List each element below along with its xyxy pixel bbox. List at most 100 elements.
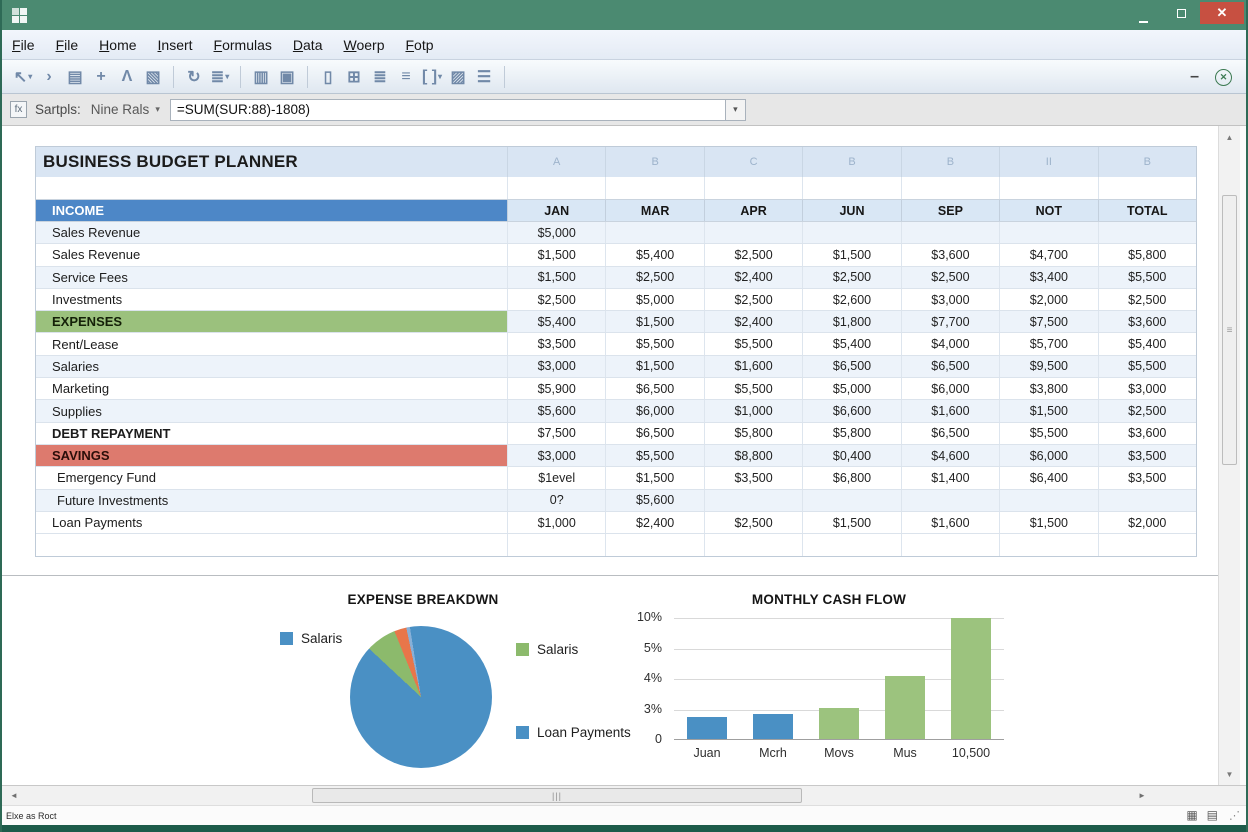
row-label[interactable]: Supplies: [36, 400, 507, 421]
panel-close-icon[interactable]: ✕: [1215, 69, 1232, 86]
table-cell[interactable]: $5,400: [605, 244, 703, 265]
vertical-scroll-thumb[interactable]: ≡: [1222, 195, 1237, 465]
table-cell[interactable]: $1,500: [605, 311, 703, 332]
align-justify-icon[interactable]: ≡: [393, 65, 419, 89]
menu-item-fotp-7[interactable]: Fotp: [405, 37, 433, 53]
table-cell[interactable]: $9,500: [999, 356, 1097, 377]
table-cell[interactable]: $3,500: [1098, 445, 1196, 466]
month-header[interactable]: JAN: [507, 200, 605, 221]
table-cell[interactable]: $5,000: [802, 378, 900, 399]
table-cell[interactable]: $7,500: [507, 423, 605, 444]
row-label[interactable]: Emergency Fund: [36, 467, 507, 488]
table-cell[interactable]: $6,400: [999, 467, 1097, 488]
menu-item-formulas-4[interactable]: Formulas: [214, 37, 272, 53]
resize-handle-icon[interactable]: ⋰: [1229, 809, 1240, 822]
row-label[interactable]: SAVINGS: [36, 445, 507, 466]
table-cell[interactable]: $1,500: [605, 467, 703, 488]
table-cell[interactable]: $5,500: [704, 378, 802, 399]
table-cell[interactable]: $2,500: [1098, 400, 1196, 421]
menu-item-file-0[interactable]: File: [12, 37, 35, 53]
table-cell[interactable]: $5,600: [605, 490, 703, 511]
column-letter[interactable]: A: [507, 147, 605, 177]
row-label[interactable]: Sales Revenue: [36, 244, 507, 265]
table-cell[interactable]: $3,000: [507, 445, 605, 466]
table-cell[interactable]: $6,800: [802, 467, 900, 488]
table-cell[interactable]: $1,600: [901, 512, 999, 533]
table-cell[interactable]: $6,500: [901, 423, 999, 444]
table-cell[interactable]: $2,500: [901, 267, 999, 288]
table-cell[interactable]: [507, 177, 605, 199]
table-cell[interactable]: [802, 490, 900, 511]
table-cell[interactable]: $1,400: [901, 467, 999, 488]
table-cell[interactable]: $2,500: [704, 244, 802, 265]
table-cell[interactable]: $5,400: [507, 311, 605, 332]
table-cell[interactable]: $5,500: [999, 423, 1097, 444]
table-cell[interactable]: $2,500: [802, 267, 900, 288]
scroll-left-icon[interactable]: ◄: [6, 786, 22, 805]
table-cell[interactable]: [605, 177, 703, 199]
minimize-button[interactable]: [1124, 2, 1162, 24]
month-header[interactable]: APR: [704, 200, 802, 221]
row-label[interactable]: Marketing: [36, 378, 507, 399]
table-cell[interactable]: $6,600: [802, 400, 900, 421]
table-cell[interactable]: $1,500: [802, 244, 900, 265]
row-label[interactable]: Salaries: [36, 356, 507, 377]
table-cell[interactable]: [1098, 177, 1196, 199]
table-cell[interactable]: $2,600: [802, 289, 900, 310]
table-cell[interactable]: 0?: [507, 490, 605, 511]
table-cell[interactable]: $6,000: [999, 445, 1097, 466]
table-cell[interactable]: $3,400: [999, 267, 1097, 288]
table-cell[interactable]: $1,500: [802, 512, 900, 533]
table-cell[interactable]: $5,600: [507, 400, 605, 421]
table-cell[interactable]: $4,700: [999, 244, 1097, 265]
row-label[interactable]: Sales Revenue: [36, 222, 507, 243]
table-cell[interactable]: $6,500: [605, 378, 703, 399]
month-header[interactable]: NOT: [999, 200, 1097, 221]
table-cell[interactable]: [901, 222, 999, 243]
table-cell[interactable]: $3,500: [507, 333, 605, 354]
table-cell[interactable]: [704, 534, 802, 556]
paste-icon[interactable]: ▣: [274, 65, 300, 89]
row-label[interactable]: Future Investments: [36, 490, 507, 511]
table-cell[interactable]: [999, 222, 1097, 243]
table-cell[interactable]: $6,500: [901, 356, 999, 377]
row-label[interactable]: DEBT REPAYMENT: [36, 423, 507, 444]
table-cell[interactable]: $5,800: [704, 423, 802, 444]
vertical-scrollbar[interactable]: ▲ ≡ ▼: [1218, 126, 1240, 785]
table-cell[interactable]: [802, 534, 900, 556]
month-header[interactable]: TOTAL: [1098, 200, 1196, 221]
table-cell[interactable]: $5,000: [605, 289, 703, 310]
table-cell[interactable]: $2,500: [507, 289, 605, 310]
table-cell[interactable]: $4,600: [901, 445, 999, 466]
table-cell[interactable]: [704, 490, 802, 511]
maximize-button[interactable]: [1162, 2, 1200, 24]
column-letter[interactable]: C: [704, 147, 802, 177]
column-letter[interactable]: II: [999, 147, 1097, 177]
table-cell[interactable]: $5,500: [605, 445, 703, 466]
table-cell[interactable]: [999, 534, 1097, 556]
row-label[interactable]: Rent/Lease: [36, 333, 507, 354]
new-document-icon[interactable]: ▯: [315, 65, 341, 89]
month-header[interactable]: JUN: [802, 200, 900, 221]
table-cell[interactable]: $5,700: [999, 333, 1097, 354]
table-cell[interactable]: $1evel: [507, 467, 605, 488]
table-cell[interactable]: [999, 177, 1097, 199]
table-cell[interactable]: $5,400: [1098, 333, 1196, 354]
table-cell[interactable]: $7,500: [999, 311, 1097, 332]
table-cell[interactable]: [999, 490, 1097, 511]
table-cell[interactable]: $2,500: [605, 267, 703, 288]
table-cell[interactable]: $2,400: [704, 311, 802, 332]
table-cell[interactable]: $3,500: [704, 467, 802, 488]
horizontal-scroll-thumb[interactable]: |||: [312, 788, 802, 803]
month-header[interactable]: MAR: [605, 200, 703, 221]
table-cell[interactable]: $2,400: [605, 512, 703, 533]
table-cell[interactable]: [1098, 490, 1196, 511]
pointer-icon[interactable]: ↖▾: [10, 65, 36, 89]
insert-function-icon[interactable]: fx: [10, 101, 27, 118]
table-cell[interactable]: [36, 534, 507, 556]
menu-item-woerp-6[interactable]: Woerp: [343, 37, 384, 53]
table-cell[interactable]: $8,800: [704, 445, 802, 466]
copy-search-icon[interactable]: ▥: [248, 65, 274, 89]
table-cell[interactable]: $5,400: [802, 333, 900, 354]
scroll-down-icon[interactable]: ▼: [1219, 765, 1240, 783]
